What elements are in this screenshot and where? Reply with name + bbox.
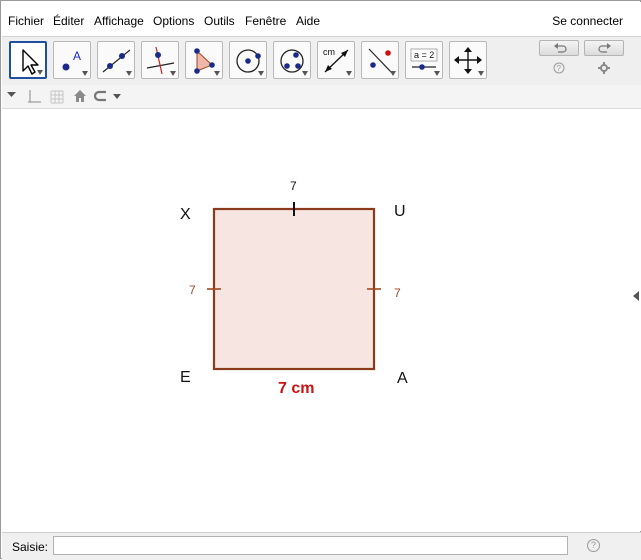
style-bar [2,85,641,109]
reflect-tool-button[interactable] [361,41,399,79]
undo-button[interactable] [539,40,579,56]
redo-button[interactable] [584,40,624,56]
tool-menu-arrow [82,71,88,76]
toolbar: A cm a = 2 ? [2,36,641,86]
polygon-tool-button[interactable] [185,41,223,79]
tool-menu-arrow [434,71,440,76]
grid-toggle-icon[interactable] [49,89,65,105]
vertex-label-e[interactable]: E [180,369,191,387]
input-bar: Saisie: ? [2,532,641,560]
menu-affichage[interactable]: Affichage [94,14,144,28]
collapse-triangle-icon[interactable] [7,89,17,101]
menu-editer[interactable]: Éditer [53,14,84,28]
vertex-label-x[interactable]: X [180,206,191,224]
menu-bar: Fichier Éditer Affichage Options Outils … [2,2,641,36]
gear-icon[interactable] [598,62,610,74]
svg-text:A: A [73,49,81,63]
menu-aide[interactable]: Aide [296,14,320,28]
side-panel-toggle-arrow[interactable] [633,291,639,301]
conic-tool-button[interactable] [273,41,311,79]
menu-fichier[interactable]: Fichier [8,14,44,28]
svg-text:cm: cm [323,47,335,57]
circle-tool-button[interactable] [229,41,267,79]
top-side-length[interactable]: 7 [290,179,297,193]
sign-in-link[interactable]: Se connecter [552,14,623,28]
vertex-label-u[interactable]: U [394,203,406,221]
bottom-side-measure[interactable]: 7 cm [278,380,314,398]
tool-menu-arrow [302,71,308,76]
distance-tool-button[interactable]: cm [317,41,355,79]
move-tool-button[interactable] [9,41,47,79]
point-capturing-icon[interactable] [94,89,124,103]
axes-toggle-icon[interactable] [26,89,42,105]
input-help-icon[interactable]: ? [587,539,600,552]
tool-menu-arrow [37,70,43,75]
tool-menu-arrow [170,71,176,76]
redo-icon [598,43,611,53]
tool-menu-arrow [478,71,484,76]
home-icon[interactable] [73,89,87,103]
tool-menu-arrow [390,71,396,76]
line-tool-button[interactable] [97,41,135,79]
slider-tool-button[interactable]: a = 2 [405,41,443,79]
tool-menu-arrow [126,71,132,76]
square-polygon[interactable] [212,207,376,371]
app-window: Fichier Éditer Affichage Options Outils … [0,0,641,560]
menu-outils[interactable]: Outils [204,14,235,28]
tool-menu-arrow [258,71,264,76]
menu-options[interactable]: Options [153,14,194,28]
point-tool-button[interactable]: A [53,41,91,79]
left-side-length[interactable]: 7 [189,283,196,297]
help-icon[interactable]: ? [553,62,565,74]
input-label: Saisie: [12,540,49,554]
vertex-label-a[interactable]: A [397,370,408,388]
square-drawing[interactable] [2,109,641,531]
tool-menu-arrow [214,71,220,76]
tool-menu-arrow [346,71,352,76]
right-side-length[interactable]: 7 [394,286,401,300]
perpendicular-tool-button[interactable] [141,41,179,79]
move-view-tool-button[interactable] [449,41,487,79]
svg-text:?: ? [557,64,562,73]
svg-text:a = 2: a = 2 [414,50,434,60]
undo-icon [554,43,567,53]
menu-fenetre[interactable]: Fenêtre [245,14,286,28]
graphics-view[interactable]: X U E A 7 7 7 7 cm [2,109,641,531]
input-field[interactable] [53,536,568,555]
